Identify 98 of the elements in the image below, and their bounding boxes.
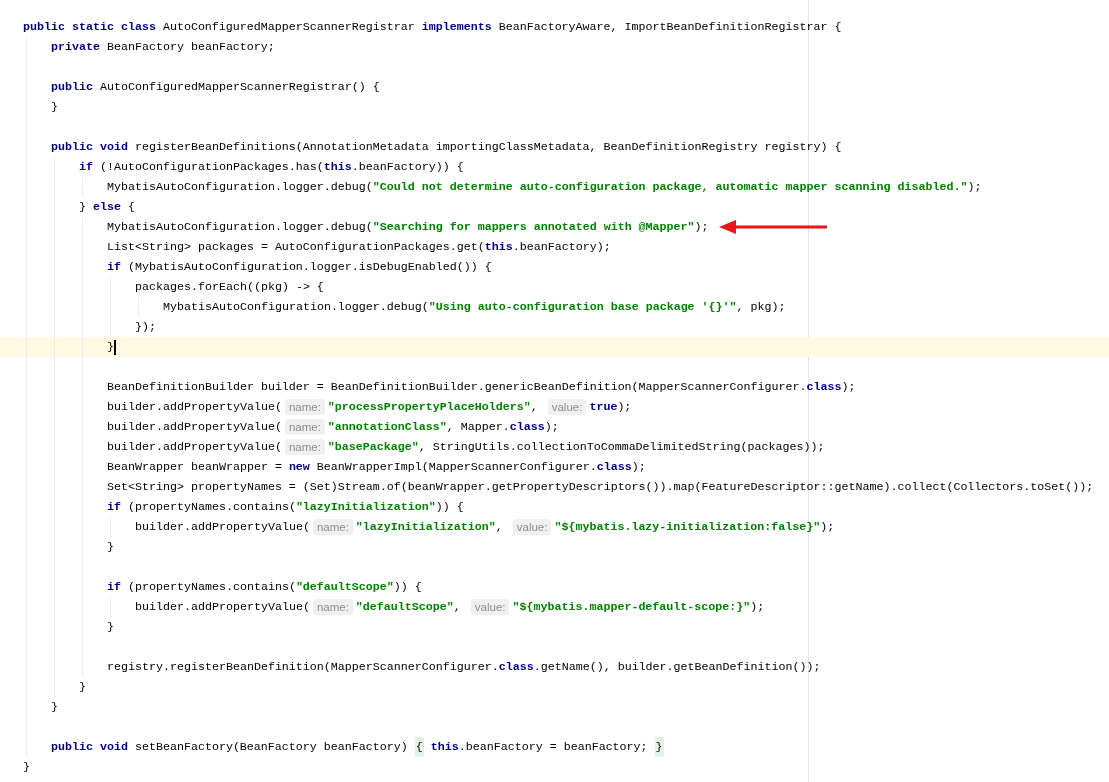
keyword: public <box>51 79 93 96</box>
code-text: builder.addPropertyValue( <box>135 599 310 616</box>
code-text: AutoConfiguredMapperScannerRegistrar() { <box>98 79 380 96</box>
code-text: } <box>107 539 114 556</box>
keyword: class <box>509 419 545 436</box>
code-text: } <box>107 619 114 636</box>
keyword: true <box>589 399 618 416</box>
string-literal: "basePackage" <box>327 439 419 456</box>
keyword: public void <box>51 739 128 756</box>
code-text: ); <box>967 179 982 196</box>
code-text: } <box>51 99 58 116</box>
code-text: (!AutoConfigurationPackages.has( <box>99 159 324 176</box>
string-literal: "${mybatis.lazy-initialization:false}" <box>554 519 821 536</box>
code-text: builder.addPropertyValue( <box>107 419 282 436</box>
code-text: (propertyNames.contains( <box>127 499 296 516</box>
parameter-hint: value: <box>547 399 587 415</box>
code-text: ); <box>841 379 856 396</box>
keyword: this <box>484 239 513 256</box>
keyword: if <box>107 499 121 516</box>
parameter-hint: name: <box>312 519 353 535</box>
code-text: AutoConfiguredMapperScannerRegistrar <box>161 19 416 36</box>
code-text: } <box>23 759 30 776</box>
code-text: (propertyNames.contains( <box>127 579 296 596</box>
string-literal: "Searching for mappers annotated with @Mapper" <box>372 219 695 236</box>
keyword: public void <box>51 139 128 156</box>
code-text: ); <box>750 599 765 616</box>
code-text: registry.registerBeanDefinition(MapperScannerConfigurer. <box>107 659 499 676</box>
code-text: BeanFactory beanFactory; <box>105 39 275 56</box>
code-text: )) { <box>435 499 464 516</box>
keyword: this <box>323 159 352 176</box>
code-text: ); <box>617 399 632 416</box>
parameter-hint: value: <box>470 599 510 615</box>
keyword: class <box>596 459 632 476</box>
code-text: ); <box>631 459 646 476</box>
code-text: } <box>107 339 114 356</box>
text-caret <box>114 339 116 355</box>
string-literal: "lazyInitialization" <box>295 499 436 516</box>
matched-brace: { <box>414 737 424 757</box>
code-text: BeanWrapperImpl(MapperScannerConfigurer. <box>315 459 597 476</box>
code-text: builder.addPropertyValue( <box>107 439 282 456</box>
code-text: )) { <box>393 579 422 596</box>
code-text: .beanFactory = beanFactory; <box>458 739 649 756</box>
code-text: , StringUtils.collectionToCommaDelimitedString(packages)); <box>418 439 825 456</box>
code-text: builder.addPropertyValue( <box>107 399 282 416</box>
string-literal: "Could not determine auto-configuration package, automatic mapper scanning disabled." <box>372 179 968 196</box>
parameter-hint: name: <box>284 419 325 435</box>
code-text: ); <box>694 219 709 236</box>
keyword: this <box>429 739 459 756</box>
code-text: MybatisAutoConfiguration.logger.debug( <box>107 179 373 196</box>
parameter-hint: name: <box>312 599 353 615</box>
code-text: registerBeanDefinitions(AnnotationMetadata importingClassMetadata, BeanDefinitionRegistry registry) { <box>133 139 842 156</box>
string-literal: "${mybatis.mapper-default-scope:}" <box>512 599 751 616</box>
keyword: public static class <box>23 19 156 36</box>
matched-brace: } <box>654 737 664 757</box>
code-text: MybatisAutoConfiguration.logger.debug( <box>163 299 429 316</box>
code-text: MybatisAutoConfiguration.logger.debug( <box>107 219 373 236</box>
code-text: List<String> packages = AutoConfigurationPackages.get( <box>107 239 485 256</box>
code-text: , Mapper. <box>446 419 510 436</box>
code-text: { <box>126 199 135 216</box>
code-text: .beanFactory); <box>512 239 611 256</box>
keyword: new <box>288 459 310 476</box>
code-text: packages.forEach((pkg) -> { <box>135 279 324 296</box>
code-text: } <box>79 679 86 696</box>
code-text: (MybatisAutoConfiguration.logger.isDebugEnabled()) { <box>127 259 492 276</box>
code-text: }); <box>135 319 156 336</box>
code-text: , pkg); <box>736 299 786 316</box>
keyword: if <box>107 259 121 276</box>
keyword: else <box>93 199 121 216</box>
keyword: class <box>806 379 842 396</box>
string-literal: "defaultScope" <box>355 599 454 616</box>
code-text: ); <box>544 419 559 436</box>
code-text: .beanFactory)) { <box>351 159 464 176</box>
string-literal: "lazyInitialization" <box>355 519 496 536</box>
keyword: class <box>498 659 534 676</box>
code-text: builder.addPropertyValue( <box>135 519 310 536</box>
code-text: setBeanFactory(BeanFactory beanFactory) <box>133 739 409 756</box>
keyword: if <box>79 159 93 176</box>
code-text: Set<String> propertyNames = (Set)Stream.of(beanWrapper.getPropertyDescriptors()).map(FeatureDescriptor::getName).collect(Collectors.toSet()); <box>107 479 1094 496</box>
keyword: implements <box>421 19 492 36</box>
string-literal: "processPropertyPlaceHolders" <box>327 399 531 416</box>
code-text: ); <box>820 519 835 536</box>
code-text: , <box>453 599 462 616</box>
code-text: , <box>495 519 504 536</box>
code-text: BeanFactoryAware, ImportBeanDefinitionRegistrar { <box>497 19 842 36</box>
parameter-hint: name: <box>284 439 325 455</box>
string-literal: "annotationClass" <box>327 419 447 436</box>
code-text: } <box>79 199 87 216</box>
keyword: if <box>107 579 121 596</box>
code-text: } <box>51 699 58 716</box>
code-text: .getName(), builder.getBeanDefinition()); <box>533 659 821 676</box>
string-literal: "Using auto-configuration base package '{}'" <box>428 299 737 316</box>
code-text: BeanDefinitionBuilder builder = BeanDefinitionBuilder.genericBeanDefinition(MapperScannerConfigurer. <box>107 379 807 396</box>
parameter-hint: name: <box>284 399 325 415</box>
string-literal: "defaultScope" <box>295 579 394 596</box>
code-text: BeanWrapper beanWrapper = <box>107 459 283 476</box>
code-text: , <box>530 399 539 416</box>
keyword: private <box>51 39 100 56</box>
parameter-hint: value: <box>512 519 552 535</box>
